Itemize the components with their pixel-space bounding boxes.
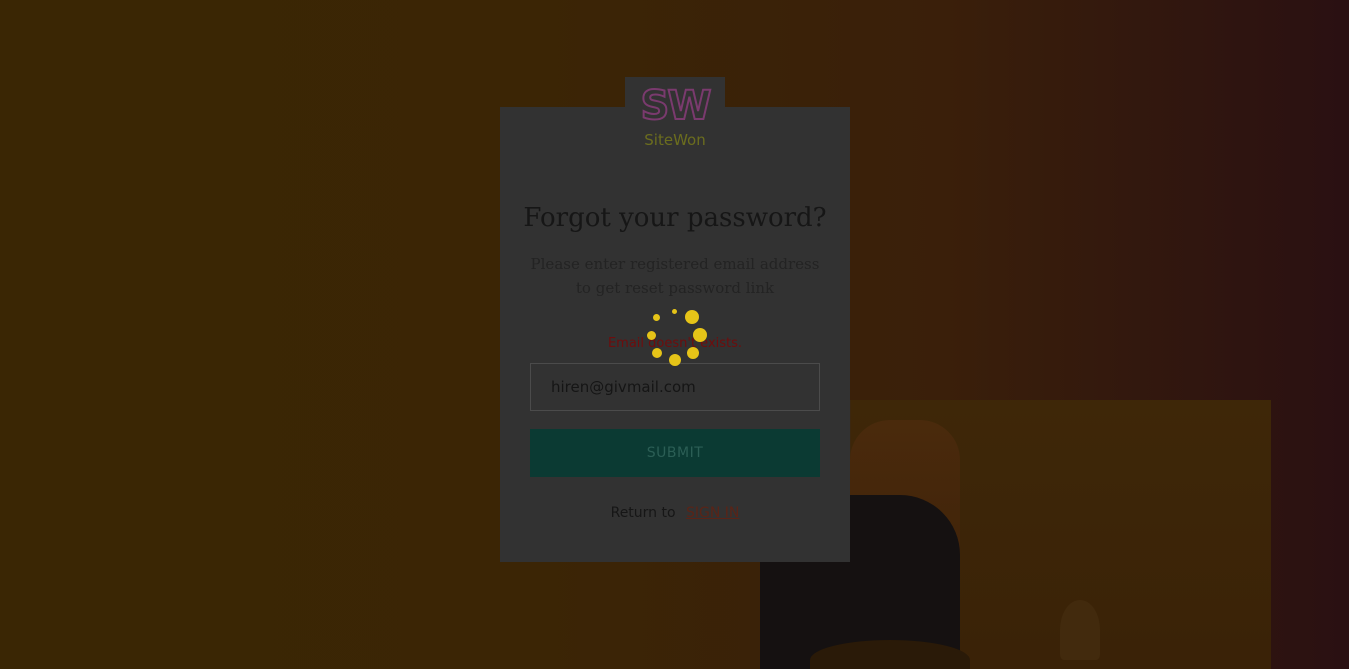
spinner-dot xyxy=(669,354,681,366)
spinner-dot xyxy=(672,309,677,314)
logo-wordmark: SiteWon xyxy=(644,131,706,149)
sign-in-link[interactable]: SIGN IN xyxy=(686,505,739,521)
sitewon-logo-icon: SW SiteWon xyxy=(625,77,725,157)
spinner-dot xyxy=(653,314,660,321)
page-title: Forgot your password? xyxy=(523,203,827,233)
logo-mark: SW xyxy=(640,82,713,130)
background-plant xyxy=(1060,600,1100,660)
loading-spinner-icon xyxy=(643,304,707,368)
spinner-dot xyxy=(647,331,656,340)
spinner-dot xyxy=(652,348,662,358)
email-field[interactable] xyxy=(530,363,820,411)
return-text: Return to xyxy=(610,505,676,521)
spinner-dot xyxy=(685,310,699,324)
spinner-dot xyxy=(687,347,699,359)
spinner-dot xyxy=(693,328,707,342)
return-row: Return to SIGN IN xyxy=(500,505,850,521)
submit-button[interactable]: SUBMIT xyxy=(530,429,820,477)
page-subtitle: Please enter registered email address to… xyxy=(530,255,820,297)
